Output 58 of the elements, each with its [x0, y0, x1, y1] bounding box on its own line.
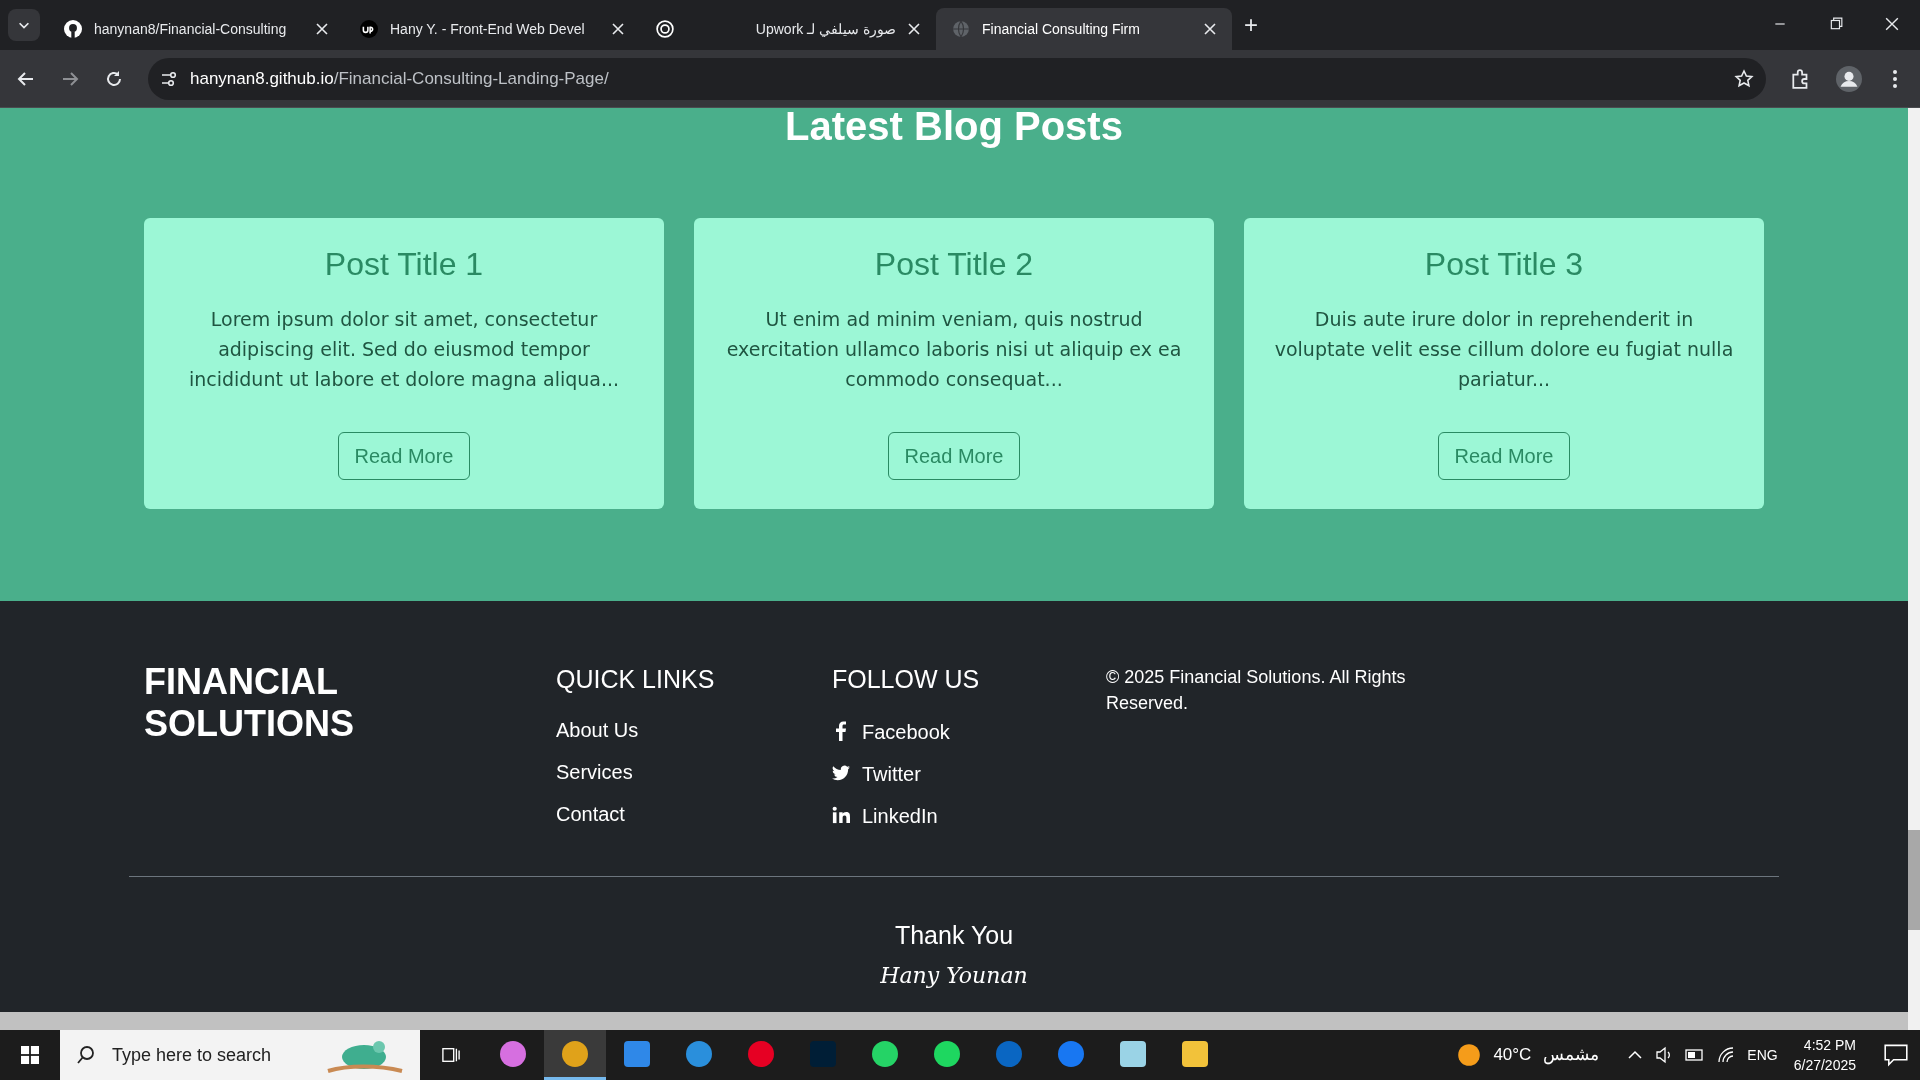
browser-tab[interactable]: Hany Y. - Front-End Web Devel	[344, 8, 640, 50]
social-link[interactable]: Twitter	[832, 756, 921, 799]
temperature-text: 40°C	[1493, 1044, 1532, 1067]
clock-time[interactable]: 4:52 PM	[1803, 1035, 1856, 1055]
sun-weather-icon	[1457, 1043, 1482, 1067]
bookmark-star-icon[interactable]	[1734, 68, 1754, 89]
tab-title: Hany Y. - Front-End Web Devel	[390, 19, 586, 39]
horizontal-scrollbar[interactable]	[0, 1012, 1908, 1030]
browser-tab[interactable]: Financial Consulting Firm	[936, 8, 1232, 50]
clock-date[interactable]: 6/27/2025	[1793, 1055, 1856, 1075]
address-bar[interactable]: hanynan8.github.io/Financial-Consulting-Landing-Page/	[148, 57, 1766, 100]
close-icon	[1885, 17, 1899, 31]
browser-tab[interactable]: Upwork صورة سيلفي لـ	[640, 8, 936, 50]
footer-link[interactable]: Contact	[556, 798, 625, 841]
search-icon	[76, 1045, 96, 1065]
browser-tab[interactable]: hanynan8/Financial-Consulting	[48, 8, 344, 50]
social-link[interactable]: LinkedIn	[832, 798, 938, 841]
tab-title: hanynan8/Financial-Consulting	[94, 19, 288, 39]
footer-brand: FINANCIAL SOLUTIONS	[144, 661, 355, 746]
close-icon[interactable]	[1204, 23, 1216, 35]
profile-avatar-icon[interactable]	[1836, 65, 1862, 92]
signature-text: Hany Younan	[879, 961, 1029, 990]
globe-icon	[952, 20, 970, 38]
social-link[interactable]: Facebook	[832, 714, 950, 757]
thank-you-text: Thank You	[893, 920, 1015, 951]
post-title: Post Title 1	[324, 248, 484, 280]
language-indicator[interactable]: ENG	[1747, 1044, 1778, 1066]
wifi-icon[interactable]	[1717, 1046, 1736, 1064]
footer-heading: QUICK LINKS	[556, 664, 716, 695]
restore-icon	[1829, 17, 1843, 31]
section-heading: Latest Blog Posts	[785, 108, 1123, 146]
vertical-scrollbar[interactable]	[1908, 108, 1920, 1030]
url-text: hanynan8.github.io/Financial-Consulting-Landing-Page/	[190, 67, 610, 90]
taskbar-app-button[interactable]	[544, 1030, 606, 1080]
footer-link[interactable]: About Us	[556, 714, 639, 757]
weather-text: مشمس	[1543, 1044, 1600, 1067]
post-excerpt: Ut enim ad minim veniam, quis nostrud exercitation ullamco laboris nisi ut aliquip ex ea commodo consequat...	[725, 307, 1183, 392]
search-placeholder: Type here to search	[112, 1043, 273, 1067]
post-title: Post Title 2	[874, 248, 1034, 280]
up-logo-icon	[360, 20, 378, 38]
footer-link[interactable]: Services	[556, 756, 633, 799]
close-icon[interactable]	[316, 23, 328, 35]
knot-logo-icon	[656, 20, 674, 38]
site-settings-icon[interactable]	[160, 69, 178, 88]
notification-icon[interactable]	[1884, 1043, 1908, 1067]
close-icon[interactable]	[612, 23, 624, 35]
new-tab-button[interactable]: +	[1244, 7, 1258, 43]
post-excerpt: Duis aute irure dolor in reprehenderit in voluptate velit esse cillum dolore eu fugiat nulla pariatur...	[1273, 307, 1735, 392]
copyright-text: © 2025 Financial Solutions. All Rights Reserved.	[1106, 666, 1407, 715]
taskbar-search-field[interactable]: Type here to search	[60, 1030, 420, 1080]
tab-list-button[interactable]	[8, 9, 40, 41]
battery-icon[interactable]	[1685, 1048, 1706, 1062]
close-icon[interactable]	[908, 23, 920, 35]
tab-title: Upwork صورة سيلفي لـ	[754, 19, 896, 40]
post-title: Post Title 3	[1424, 248, 1584, 280]
tab-title: Financial Consulting Firm	[982, 19, 1141, 39]
footer-heading: FOLLOW US	[832, 664, 981, 695]
post-excerpt: Lorem ipsum dolor sit amet, consectetur adipiscing elit. Sed do eiusmod tempor incididunt ut labore et dolore magna aliqua...	[187, 307, 621, 392]
